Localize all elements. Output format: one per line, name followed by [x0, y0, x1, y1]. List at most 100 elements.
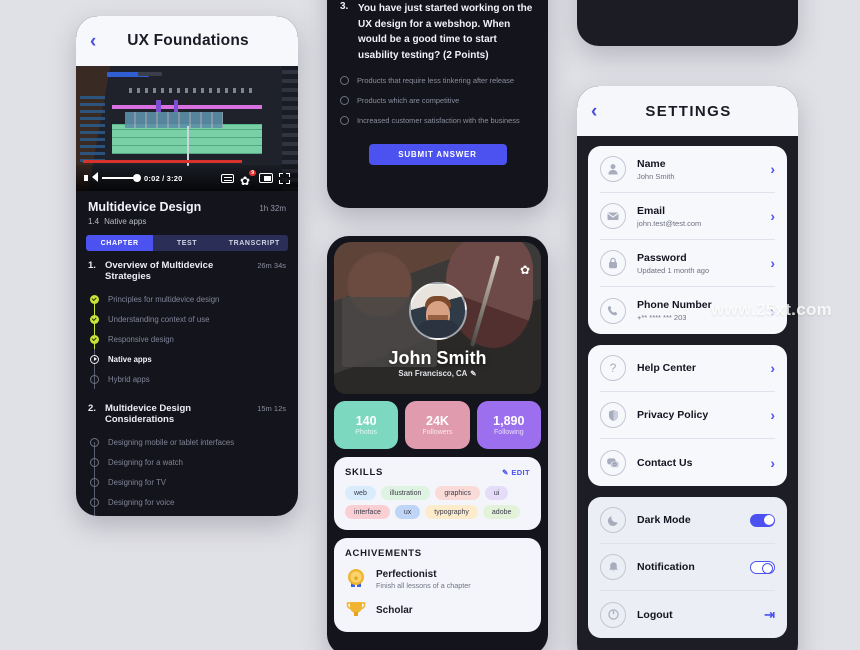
row-label: Privacy Policy — [637, 409, 709, 421]
chapter-number: 2. — [88, 403, 96, 414]
achievement-item[interactable]: Scholar — [345, 599, 530, 621]
sidebar-item-name[interactable]: Name John Smith › — [600, 146, 775, 193]
radio-icon[interactable] — [340, 95, 349, 105]
chapter-list: 1. Overview of Multidevice Strategies 26… — [76, 251, 298, 516]
back-chevron-icon[interactable]: ‹ — [591, 102, 609, 121]
sidebar-item-email[interactable]: Email john.test@test.com › — [600, 193, 775, 240]
chapter-duration: 26m 34s — [257, 261, 286, 270]
list-item[interactable]: Designing mobile or tablet interfaces — [90, 432, 286, 452]
volume-slider[interactable] — [102, 174, 141, 182]
sidebar-item-logout[interactable]: Logout ⇥ — [600, 591, 775, 638]
list-item[interactable]: Designing for TV — [90, 472, 286, 492]
dark-mode-toggle[interactable] — [750, 513, 775, 527]
tab-transcript[interactable]: TRANSCRIPT — [220, 235, 288, 251]
sidebar-item-phone[interactable]: Phone Number +** **** *** 203 › — [600, 287, 775, 334]
sidebar-item-password[interactable]: Password Updated 1 month ago › — [600, 240, 775, 287]
chevron-right-icon[interactable]: › — [770, 162, 775, 176]
option-row[interactable]: Products that require less tinkering aft… — [340, 70, 535, 90]
settings-phone: ‹ SETTINGS Name John Smith › Email john.… — [577, 86, 798, 650]
chevron-right-icon[interactable]: › — [770, 304, 775, 318]
skill-tag[interactable]: typography — [425, 505, 478, 519]
shield-icon — [600, 402, 626, 428]
quiz-phone: Products which are competitive Increased… — [327, 0, 548, 208]
lesson-title: Multidevice Design — [88, 200, 202, 214]
row-label: Phone Number — [637, 299, 712, 311]
envelope-icon — [600, 203, 626, 229]
row-text: Logout — [637, 609, 753, 621]
skill-tag[interactable]: ui — [484, 486, 509, 500]
row-text: Phone Number +** **** *** 203 — [637, 299, 759, 322]
skill-tag[interactable]: graphics — [435, 486, 480, 500]
list-item[interactable]: Principles for multidevice design — [90, 289, 286, 309]
settings-title: SETTINGS — [645, 102, 732, 120]
video-player[interactable]: 0:02 / 3:20 9 — [76, 66, 298, 191]
sidebar-item-help-center[interactable]: ? Help Center › — [600, 345, 775, 392]
radio-icon[interactable] — [340, 75, 349, 85]
option-label: Increased customer satisfaction with the… — [357, 115, 520, 125]
volume-knob[interactable] — [133, 174, 141, 182]
lesson-label: Designing for a watch — [108, 457, 183, 467]
edit-pencil-icon[interactable]: ✎ — [470, 369, 476, 378]
tab-chapter[interactable]: CHAPTER — [86, 235, 154, 251]
submit-answer-button[interactable]: SUBMIT ANSWER — [368, 144, 507, 165]
sidebar-item-dark-mode[interactable]: Dark Mode — [600, 497, 775, 544]
chevron-right-icon[interactable]: › — [770, 209, 775, 223]
option-row[interactable]: Increased customer satisfaction with the… — [340, 110, 535, 130]
sidebar-item-privacy-policy[interactable]: Privacy Policy › — [600, 392, 775, 439]
radio-icon[interactable] — [340, 115, 349, 125]
row-label: Help Center — [637, 362, 696, 374]
skill-tag[interactable]: interface — [345, 505, 390, 519]
list-item[interactable]: Understanding context of use — [90, 309, 286, 329]
row-label: Notification — [637, 561, 695, 573]
miniplayer-icon[interactable] — [259, 173, 273, 183]
list-item[interactable]: Designing for a watch — [90, 452, 286, 472]
option-label: Products which are competitive — [357, 95, 460, 105]
stat-followers[interactable]: 24K Followers — [405, 401, 470, 449]
list-item[interactable]: Designing for voice — [90, 492, 286, 512]
question-icon: ? — [600, 355, 626, 381]
skill-tag[interactable]: illustration — [380, 486, 431, 500]
sidebar-item-notification[interactable]: Notification — [600, 544, 775, 591]
stat-photos[interactable]: 140 Photos — [334, 401, 399, 449]
achievements-card: ACHIVEMENTS ★ Perfectionist Finish all l… — [334, 538, 541, 632]
logout-arrow-icon[interactable]: ⇥ — [764, 608, 775, 621]
phone-icon — [600, 297, 626, 324]
lesson-label: Designing for voice — [108, 497, 175, 507]
chapter-name: Multidevice Design Considerations — [105, 403, 192, 425]
avatar[interactable] — [408, 282, 467, 340]
row-text: Password Updated 1 month ago — [637, 252, 759, 275]
sidebar-item-contact-us[interactable]: Contact Us › — [600, 439, 775, 486]
lesson-duration: 1h 32m — [259, 204, 286, 213]
list-item[interactable]: Responsive design — [90, 329, 286, 349]
stat-following[interactable]: 1,890 Following — [476, 401, 541, 449]
stat-value: 140 — [355, 414, 377, 428]
question-points: (2 Points) — [443, 49, 489, 61]
chevron-right-icon[interactable]: › — [770, 256, 775, 270]
skill-tag[interactable]: web — [345, 486, 376, 500]
back-chevron-icon[interactable]: ‹ — [90, 32, 108, 51]
fullscreen-icon[interactable] — [279, 172, 290, 184]
chevron-right-icon[interactable]: › — [770, 456, 775, 470]
page-title: UX Foundations — [127, 32, 249, 49]
list-item[interactable]: Hybrid apps — [90, 369, 286, 389]
settings-icon[interactable]: 9 — [240, 170, 256, 184]
captions-icon[interactable] — [221, 173, 234, 183]
gear-icon[interactable]: ✿ — [520, 264, 530, 276]
list-item[interactable]: Using devices together — [90, 512, 286, 516]
lesson-label: Understanding context of use — [108, 314, 210, 324]
skills-title: SKILLS — [345, 467, 383, 478]
achievement-item[interactable]: ★ Perfectionist Finish all lessons of a … — [345, 568, 530, 590]
stat-label: Photos — [355, 429, 378, 436]
skill-tag[interactable]: adobe — [482, 505, 521, 519]
skill-tag[interactable]: ux — [394, 505, 421, 519]
profile-hero: ✿ John Smith San Francisco, CA ✎ — [334, 242, 541, 394]
speaker-icon[interactable] — [84, 172, 98, 184]
medal-icon: ★ — [345, 568, 367, 590]
list-item-current[interactable]: Native apps — [90, 349, 286, 369]
skills-edit-button[interactable]: ✎ EDIT — [502, 468, 530, 477]
chevron-right-icon[interactable]: › — [770, 408, 775, 422]
notification-toggle[interactable] — [750, 560, 775, 574]
chevron-right-icon[interactable]: › — [770, 361, 775, 375]
tab-test[interactable]: TEST — [153, 235, 221, 251]
option-row[interactable]: Products which are competitive — [340, 90, 535, 110]
